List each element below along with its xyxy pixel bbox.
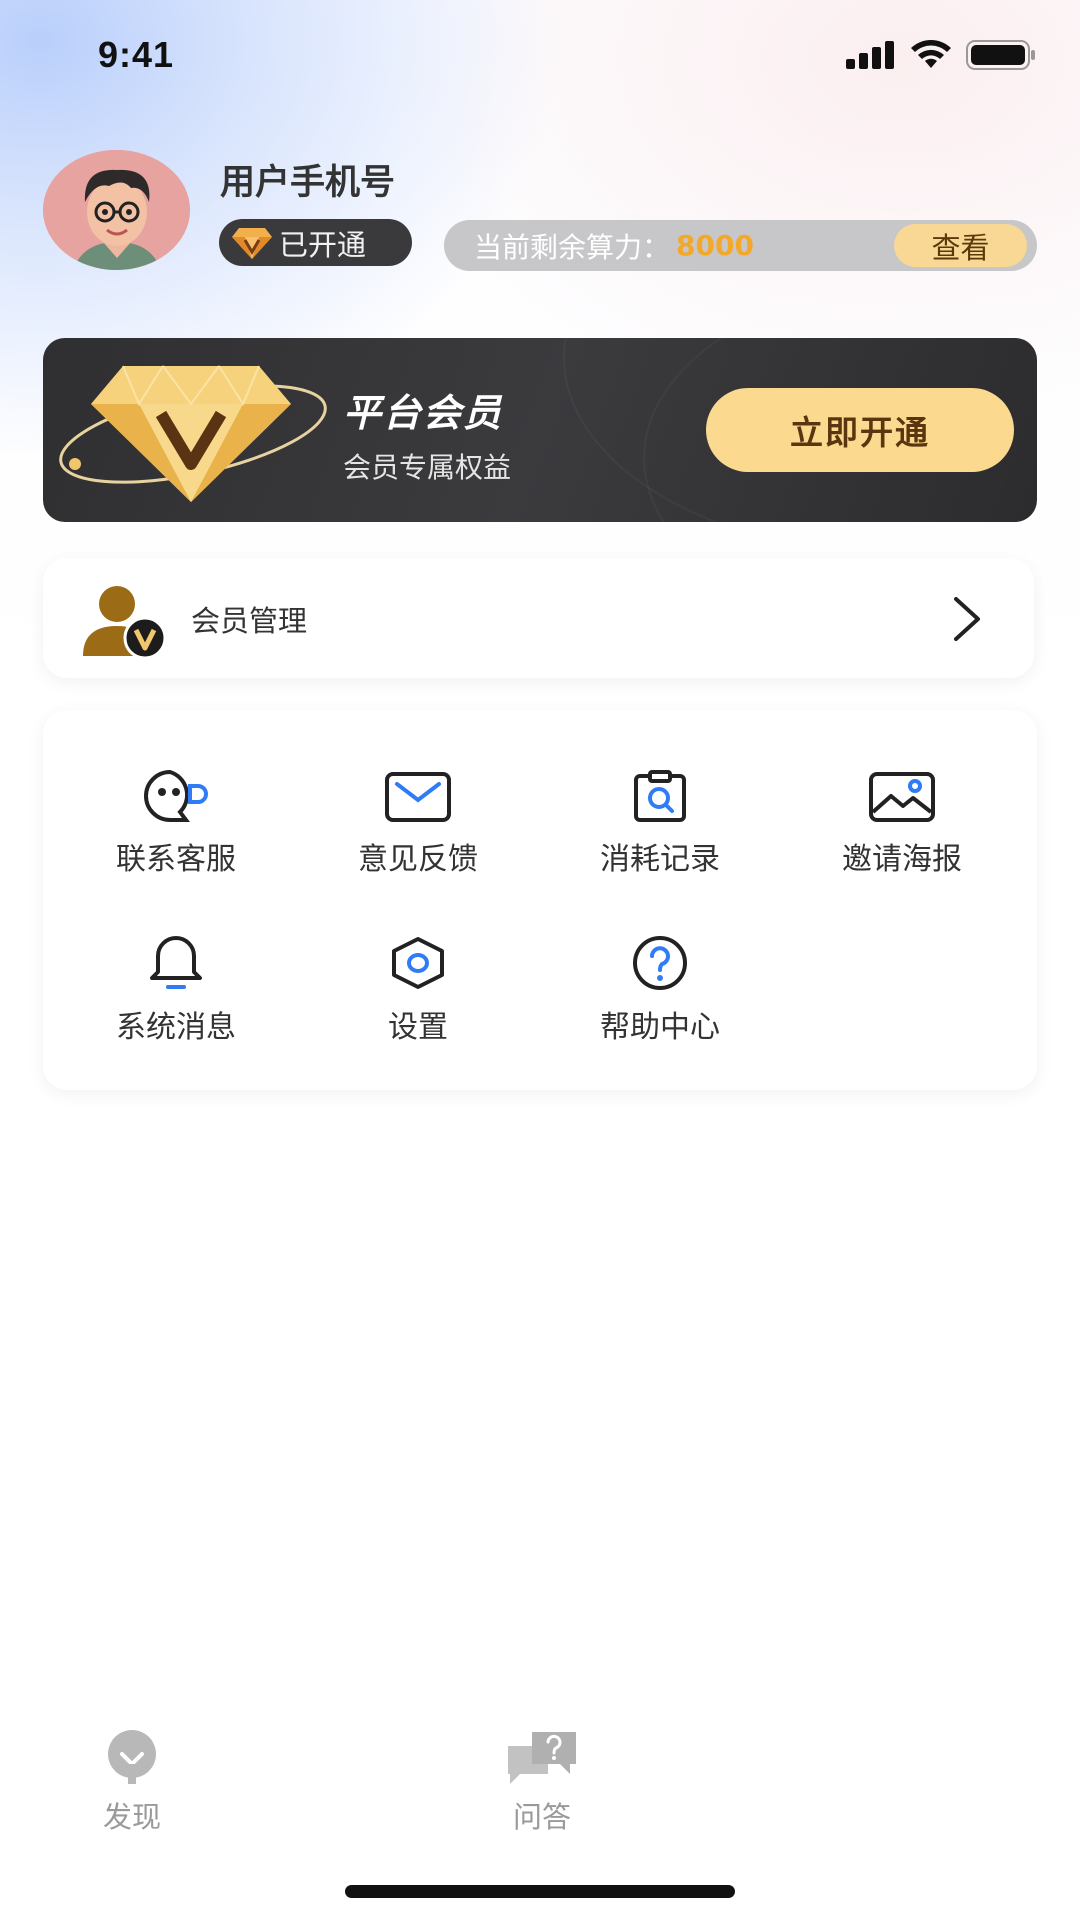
compute-value: 8000 (676, 229, 754, 262)
bottom-tab-bar: 发现 问答 (0, 1720, 1080, 1860)
tab-discover[interactable]: 发现 (62, 1730, 202, 1836)
chat-question-icon (508, 1732, 576, 1784)
view-compute-button[interactable]: 查看 (894, 224, 1027, 267)
member-user-icon (83, 586, 167, 660)
grid-item-label: 意见反馈 (358, 842, 478, 877)
compute-balance: 当前剩余算力： 8000 查看 (444, 220, 1037, 271)
vip-status-badge: 已开通 (219, 219, 412, 266)
grid-item-customer-service[interactable]: 联系客服 (76, 762, 276, 882)
status-icons (846, 40, 1036, 70)
cellular-signal-icon (846, 41, 894, 69)
function-grid: 联系客服 意见反馈 消耗记录 邀请海报 系统消息 设置 帮助中心 (43, 710, 1037, 1090)
vip-status-label: 已开通 (279, 227, 367, 262)
status-bar: 9:41 (0, 0, 1080, 110)
avatar[interactable] (43, 150, 190, 270)
tab-label: 发现 (102, 1800, 161, 1834)
grid-item-label: 设置 (388, 1010, 448, 1045)
diamond-icon (232, 227, 272, 259)
bell-icon (150, 936, 202, 989)
grid-item-label: 帮助中心 (600, 1010, 720, 1045)
open-membership-button[interactable]: 立即开通 (706, 388, 1014, 472)
tab-qa[interactable]: 问答 (472, 1730, 612, 1836)
member-management-label: 会员管理 (191, 604, 308, 638)
grid-item-settings[interactable]: 设置 (318, 930, 518, 1050)
home-indicator (345, 1885, 735, 1898)
grid-item-usage-records[interactable]: 消耗记录 (560, 762, 760, 882)
avatar-illustration (43, 150, 190, 270)
battery-icon (966, 40, 1035, 70)
settings-hexagon-icon (392, 937, 444, 989)
status-time: 9:41 (98, 34, 175, 75)
wifi-icon (911, 40, 951, 68)
member-banner: 平台会员 会员专属权益 立即开通 (43, 338, 1037, 522)
vip-diamond-icon (59, 365, 327, 502)
profile-header: 用户手机号 已开通 当前剩余算力： 8000 查看 (0, 150, 1080, 280)
chevron-right-icon (954, 597, 980, 641)
bulb-icon (108, 1730, 156, 1784)
tab-label: 问答 (512, 1800, 571, 1834)
grid-item-feedback[interactable]: 意见反馈 (318, 762, 518, 882)
customer-service-icon (144, 769, 208, 822)
clipboard-search-icon (634, 770, 686, 822)
banner-title: 平台会员 (343, 391, 504, 435)
grid-item-label: 邀请海报 (842, 842, 962, 877)
mail-icon (385, 772, 451, 822)
image-icon (869, 772, 935, 822)
help-circle-icon (633, 936, 687, 990)
grid-item-label: 联系客服 (116, 842, 236, 877)
grid-item-invite-poster[interactable]: 邀请海报 (802, 762, 1002, 882)
grid-item-label: 消耗记录 (600, 842, 720, 877)
grid-item-help-center[interactable]: 帮助中心 (560, 930, 760, 1050)
banner-subtitle: 会员专属权益 (343, 451, 512, 484)
grid-item-system-messages[interactable]: 系统消息 (76, 930, 276, 1050)
grid-item-label: 系统消息 (116, 1010, 236, 1045)
member-management-row[interactable]: 会员管理 (43, 558, 1034, 678)
username: 用户手机号 (220, 163, 396, 202)
compute-label: 当前剩余算力： (474, 230, 671, 264)
